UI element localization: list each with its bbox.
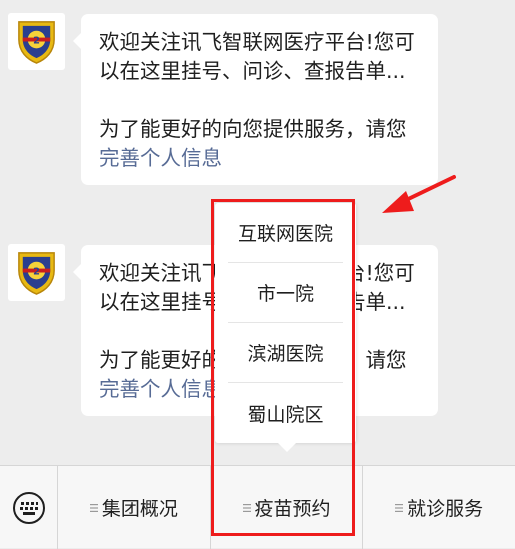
complete-profile-link[interactable]: 完善个人信息 xyxy=(99,146,222,170)
submenu-item-binhu-hospital[interactable]: 滨湖医院 xyxy=(228,323,343,383)
menu-lines-icon xyxy=(89,503,98,512)
svg-text:2: 2 xyxy=(33,35,40,46)
submenu-item-internet-hospital[interactable]: 互联网医院 xyxy=(228,203,343,263)
profile-prompt-text: 为了能更好的向您提供服务，请您 xyxy=(99,117,407,141)
menu-label: 就诊服务 xyxy=(407,498,484,520)
welcome-message-bubble: 欢迎关注讯飞智联网医疗平台!您可以在这里挂号、问诊、查报告单... 为了能更好的… xyxy=(73,14,438,185)
hospital-emblem-icon[interactable]: 2 xyxy=(8,13,65,70)
menu-group-overview[interactable]: 集团概况 xyxy=(58,466,210,549)
submenu-item-shushan-campus[interactable]: 蜀山院区 xyxy=(228,383,343,443)
hospital-emblem-icon[interactable]: 2 xyxy=(8,244,65,301)
annotation-arrow-icon xyxy=(382,175,456,213)
submenu-popup: 互联网医院 市一院 滨湖医院 蜀山院区 xyxy=(215,203,356,452)
complete-profile-link[interactable]: 完善个人信息 xyxy=(99,377,222,401)
keyboard-icon xyxy=(12,491,45,524)
welcome-text: 欢迎关注讯飞智联网医疗平台!您可以在这里挂号、问诊、查报告单... xyxy=(99,30,415,83)
menu-medical-services[interactable]: 就诊服务 xyxy=(362,466,515,549)
profile-prompt: 为了能更好的向您提供服务，请您完善个人信息 xyxy=(99,115,420,173)
keyboard-toggle-button[interactable] xyxy=(0,466,58,549)
menu-label: 疫苗预约 xyxy=(254,498,331,520)
menu-lines-icon xyxy=(395,503,404,512)
submenu-item-city-first-hospital[interactable]: 市一院 xyxy=(228,263,343,323)
bottom-menu-bar: 集团概况 疫苗预约 就诊服务 xyxy=(0,465,515,549)
menu-vaccine-appointment[interactable]: 疫苗预约 xyxy=(209,466,363,549)
menu-label: 集团概况 xyxy=(101,498,178,520)
svg-text:2: 2 xyxy=(33,266,40,277)
menu-lines-icon xyxy=(242,503,251,512)
